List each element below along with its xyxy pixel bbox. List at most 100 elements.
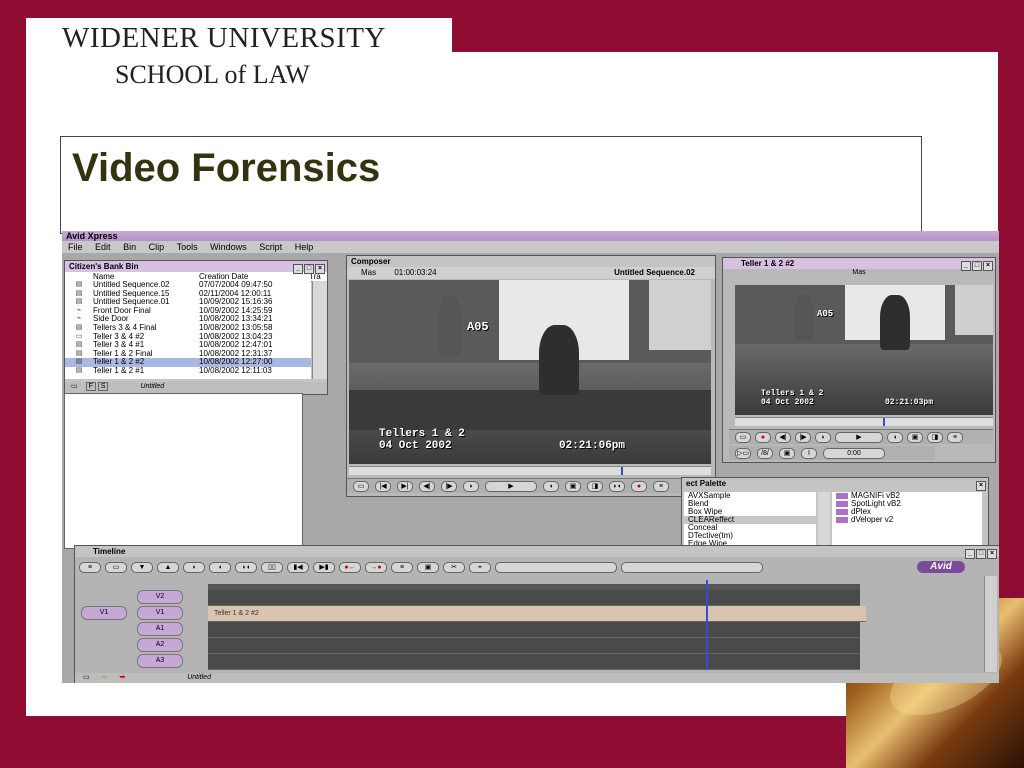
menu-bin[interactable]: Bin [123, 242, 136, 252]
maximize-icon[interactable]: □ [972, 261, 982, 271]
composer-title-bar[interactable]: Composer [347, 256, 715, 267]
track-v1[interactable]: V1 [137, 606, 183, 620]
mark-clip-icon[interactable]: ▣ [907, 431, 923, 443]
mark-in-icon[interactable]: ◖ [209, 561, 231, 573]
effect-category-scrollbar[interactable] [818, 492, 830, 546]
menu-help[interactable]: Help [295, 242, 314, 252]
step-back-icon[interactable]: ◀| [775, 431, 791, 443]
record-icon[interactable]: ● [755, 431, 771, 443]
close-icon[interactable]: × [987, 549, 997, 559]
source-position-bar[interactable] [735, 417, 993, 426]
minimize-icon[interactable]: _ [961, 261, 971, 271]
menu-tools[interactable]: Tools [177, 242, 198, 252]
bin-title-bar[interactable]: Citizen's Bank Bin _ □ × [65, 261, 327, 274]
bin-row[interactable]: ▤ Teller 1 & 2 #1 10/08/2002 12:11:03 [65, 366, 311, 376]
mark-in-icon[interactable]: ◖ [887, 431, 903, 443]
menu-edit[interactable]: Edit [95, 242, 111, 252]
brief-view-icon[interactable]: ▭ [353, 480, 369, 492]
audio-icon[interactable]: ⌖ [469, 561, 491, 573]
close-icon[interactable]: × [315, 264, 325, 274]
bin-scrollbar[interactable] [312, 281, 327, 379]
minimize-icon[interactable]: _ [293, 264, 303, 274]
position-indicator[interactable] [883, 418, 885, 426]
composer-position-bar[interactable] [349, 466, 711, 475]
trim-icon[interactable]: ✂ [443, 561, 465, 573]
track-a3[interactable]: A3 [137, 654, 183, 668]
timeline-title-bar[interactable]: Timeline _ □ × [75, 546, 999, 559]
source-track-v1[interactable]: V1 [81, 606, 127, 620]
track-row-v2[interactable] [208, 590, 860, 606]
track-a1[interactable]: A1 [137, 622, 183, 636]
step-back-icon[interactable]: ◀| [419, 480, 435, 492]
timeline-scrollbar[interactable] [984, 576, 997, 672]
more-icon[interactable]: ≡ [653, 480, 669, 492]
source-video-frame[interactable]: A05 Tellers 1 & 2 04 Oct 2002 02:21:03pm [735, 285, 993, 415]
effect-item[interactable]: dVeloper v2 [832, 516, 982, 524]
audio-monitor-icon[interactable]: /8/ [757, 447, 773, 459]
play-icon[interactable]: ▶ [485, 480, 537, 492]
play-icon[interactable]: ▶ [835, 431, 883, 443]
clip-view-icon[interactable]: ▭ [105, 561, 127, 573]
clip-view-icon[interactable]: ▣ [779, 447, 795, 459]
stop-icon[interactable]: ◗ [815, 431, 831, 443]
tool-arrow-icon[interactable]: ⇨ [102, 674, 108, 681]
mark-out-icon[interactable]: ◨ [587, 480, 603, 492]
mark-out-icon[interactable]: ◨ [927, 431, 943, 443]
timeline-field[interactable] [621, 561, 763, 573]
stop-icon[interactable]: ◗ [183, 561, 205, 573]
close-icon[interactable]: × [983, 261, 993, 271]
menu-clip[interactable]: Clip [149, 242, 165, 252]
clear-marks-icon[interactable]: ◗◖ [235, 561, 257, 573]
timeline-clip[interactable]: Teller 1 & 2 #2 [208, 606, 866, 622]
more-icon[interactable]: ≡ [947, 431, 963, 443]
close-icon[interactable]: × [976, 481, 986, 491]
maximize-icon[interactable]: □ [976, 549, 986, 559]
zoom-out-icon[interactable]: ▼ [131, 561, 153, 573]
menu-windows[interactable]: Windows [210, 242, 247, 252]
stop-icon[interactable]: ◗ [463, 480, 479, 492]
mark-clip-icon[interactable]: ▣ [565, 480, 581, 492]
track-v2[interactable]: V2 [137, 590, 183, 604]
timeline-field[interactable] [495, 561, 617, 573]
timeline-view-label[interactable]: Untitled [187, 674, 211, 681]
brief-view-icon[interactable]: ▭ [735, 431, 751, 443]
split-icon[interactable]: ▯▯ [261, 561, 283, 573]
minimize-icon[interactable]: _ [965, 549, 975, 559]
fast-menu-icon[interactable]: ▷▭ [735, 447, 751, 459]
overwrite-icon[interactable]: ▶▮ [313, 561, 335, 573]
menu-file[interactable]: File [68, 242, 83, 252]
segment-arrow-icon[interactable]: ➡ [119, 674, 125, 681]
position-indicator[interactable] [621, 467, 623, 475]
bin-view-label[interactable]: Untitled [140, 383, 164, 390]
source-title-bar[interactable]: Teller 1 & 2 #2 _ □ × [723, 258, 995, 271]
mark-in-icon[interactable]: ◖ [543, 480, 559, 492]
segment-mode-icon[interactable]: ≡ [391, 561, 413, 573]
step-forward-icon[interactable]: |▶ [795, 431, 811, 443]
brief-view-icon[interactable]: ▭ [71, 383, 78, 390]
bin-tab-f[interactable]: F [85, 382, 96, 391]
track-row-a3[interactable] [208, 654, 860, 670]
text-tool-icon[interactable]: I [801, 447, 817, 459]
splice-in-icon[interactable]: ▮◀ [287, 561, 309, 573]
lift-icon[interactable]: ●← [339, 561, 361, 573]
bin-tab-s[interactable]: S [97, 382, 109, 391]
source-timecode[interactable]: 0:00 [823, 447, 885, 459]
maximize-icon[interactable]: □ [304, 264, 314, 274]
effect-palette-title-bar[interactable]: ect Palette × [682, 478, 988, 491]
effect-mode-icon[interactable]: ▣ [417, 561, 439, 573]
track-row-a2[interactable] [208, 638, 860, 654]
menu-script[interactable]: Script [259, 242, 282, 252]
record-icon[interactable]: ● [631, 480, 647, 492]
track-a2[interactable]: A2 [137, 638, 183, 652]
zoom-in-icon[interactable]: ▲ [157, 561, 179, 573]
track-row-a1[interactable] [208, 622, 860, 638]
toolset-icon[interactable]: ≡ [79, 561, 101, 573]
composer-video-frame[interactable]: A05 Tellers 1 & 2 04 Oct 2002 02:21:06pm [349, 280, 711, 464]
go-to-out-icon[interactable]: ▶| [397, 480, 413, 492]
step-forward-icon[interactable]: |▶ [441, 480, 457, 492]
timeline-view-icon[interactable]: ▭ [83, 674, 90, 681]
clear-marks-icon[interactable]: ◗◖ [609, 480, 625, 492]
go-to-in-icon[interactable]: |◀ [375, 480, 391, 492]
timeline-playhead[interactable] [706, 580, 708, 670]
extract-icon[interactable]: →● [365, 561, 387, 573]
